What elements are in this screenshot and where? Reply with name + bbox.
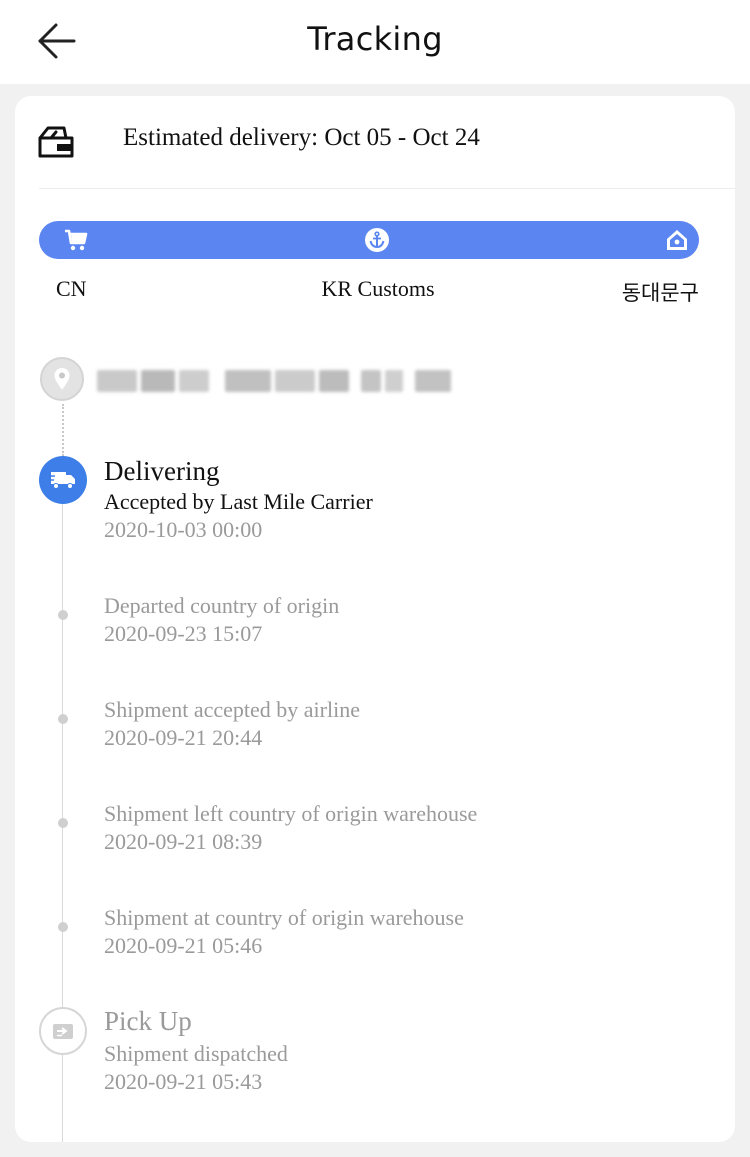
dispatch-icon xyxy=(53,1024,73,1039)
event-time: 2020-09-21 20:44 xyxy=(104,725,263,750)
cart-icon xyxy=(65,229,88,251)
event-description: Shipment dispatched xyxy=(104,1041,288,1066)
destination-pin xyxy=(40,357,84,401)
event-description: Shipment accepted by airline xyxy=(104,697,360,722)
anchor-icon xyxy=(365,228,389,252)
tracking-card: Estimated delivery: Oct 05 - Oct 24 CN K… xyxy=(15,96,735,1142)
address-connector xyxy=(62,404,64,456)
truck-icon xyxy=(49,472,75,489)
event-description: Shipment at country of origin warehouse xyxy=(104,905,464,930)
wallet-box-icon xyxy=(38,126,74,158)
home-icon xyxy=(667,230,687,250)
estimated-delivery-row: Estimated delivery: Oct 05 - Oct 24 xyxy=(15,96,735,188)
event-description: Shipment left country of origin warehous… xyxy=(104,801,478,826)
event-time: 2020-09-21 05:46 xyxy=(104,933,263,958)
timeline-node-pickup xyxy=(39,1007,87,1055)
event-time: 2020-10-03 00:00 xyxy=(104,517,263,542)
event-title: Pick Up xyxy=(104,1006,192,1036)
estimated-delivery-text: Estimated delivery: Oct 05 - Oct 24 xyxy=(123,124,480,151)
address-redacted xyxy=(97,370,451,392)
event-title: Delivering xyxy=(104,456,220,486)
timeline-node xyxy=(58,818,68,828)
top-app-bar: Tracking xyxy=(0,0,750,84)
event-description: Accepted by Last Mile Carrier xyxy=(104,489,373,514)
event-description: Departed country of origin xyxy=(104,593,340,618)
shipping-progress-bar xyxy=(39,221,699,259)
timeline-node xyxy=(58,610,68,620)
stage-label-destination: 동대문구 xyxy=(621,281,699,305)
divider xyxy=(39,188,735,189)
event-time: 2020-09-23 15:07 xyxy=(104,621,263,646)
timeline-node-active xyxy=(39,456,87,504)
event-time: 2020-09-21 05:43 xyxy=(104,1069,263,1094)
timeline-node xyxy=(58,922,68,932)
timeline-node xyxy=(58,714,68,724)
location-pin-icon xyxy=(54,368,70,390)
event-time: 2020-09-21 08:39 xyxy=(104,829,263,854)
page-title: Tracking xyxy=(307,20,443,58)
